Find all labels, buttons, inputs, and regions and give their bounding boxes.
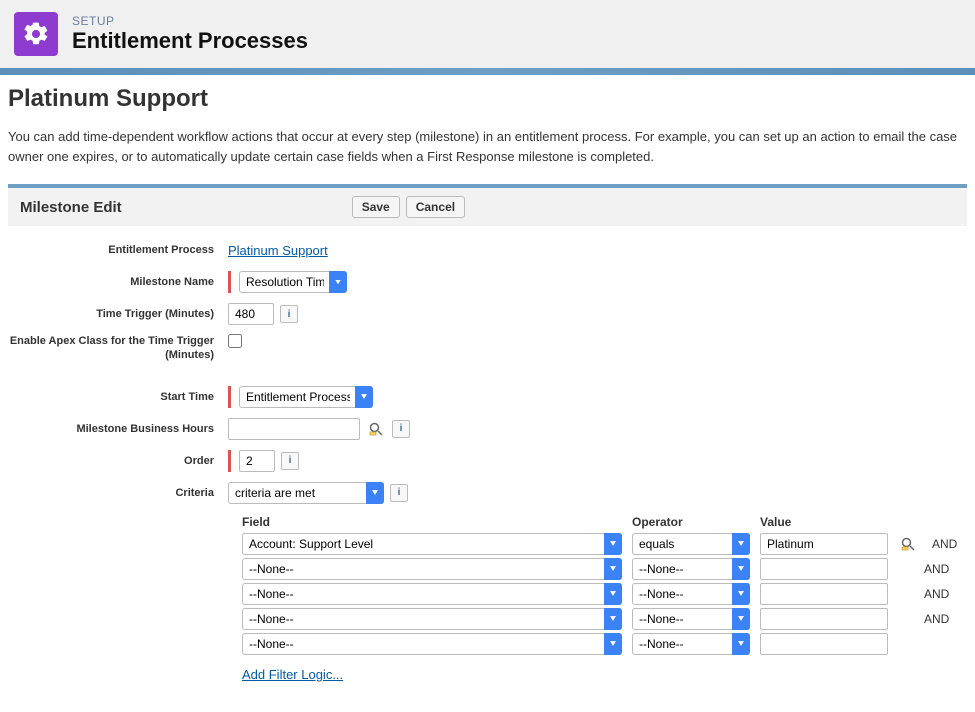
and-label: AND bbox=[924, 587, 949, 601]
and-label: AND bbox=[932, 537, 957, 551]
criteria-row: --None-- --None-- AND bbox=[242, 608, 967, 630]
criteria-field-select[interactable]: Account: Support Level bbox=[242, 533, 622, 555]
criteria-value-input[interactable] bbox=[760, 633, 888, 655]
time-trigger-input[interactable] bbox=[228, 303, 274, 325]
required-indicator bbox=[228, 271, 231, 293]
enable-apex-checkbox[interactable] bbox=[228, 334, 242, 348]
section-title: Milestone Edit bbox=[20, 199, 122, 216]
row-business-hours: Milestone Business Hours i bbox=[8, 417, 967, 441]
label-start-time: Start Time bbox=[8, 391, 228, 403]
criteria-field-select[interactable]: --None-- bbox=[242, 558, 622, 580]
info-icon[interactable]: i bbox=[390, 484, 408, 502]
info-icon[interactable]: i bbox=[281, 452, 299, 470]
criteria-table: Field Operator Value Account: Support Le… bbox=[242, 515, 967, 682]
criteria-value-input[interactable] bbox=[760, 558, 888, 580]
start-time-select[interactable]: Entitlement Process bbox=[239, 386, 373, 408]
label-enable-apex: Enable Apex Class for the Time Trigger (… bbox=[8, 334, 228, 363]
order-input[interactable] bbox=[239, 450, 275, 472]
record-title: Platinum Support bbox=[8, 85, 967, 113]
label-criteria: Criteria bbox=[8, 487, 228, 499]
criteria-header: Field Operator Value bbox=[242, 515, 967, 529]
section-buttons: Save Cancel bbox=[352, 196, 465, 218]
business-hours-input[interactable] bbox=[228, 418, 360, 440]
main-content: Platinum Support You can add time-depend… bbox=[0, 75, 975, 712]
save-button[interactable]: Save bbox=[352, 196, 400, 218]
criteria-operator-select[interactable]: --None-- bbox=[632, 558, 750, 580]
cancel-button[interactable]: Cancel bbox=[406, 196, 465, 218]
criteria-field-select[interactable]: --None-- bbox=[242, 583, 622, 605]
and-label: AND bbox=[924, 612, 949, 626]
page-title: Entitlement Processes bbox=[72, 28, 308, 54]
intro-text: You can add time-dependent workflow acti… bbox=[8, 127, 967, 166]
criteria-field-select[interactable]: --None-- bbox=[242, 608, 622, 630]
criteria-select[interactable]: criteria are met bbox=[228, 482, 384, 504]
criteria-field-select[interactable]: --None-- bbox=[242, 633, 622, 655]
col-header-operator: Operator bbox=[632, 515, 750, 529]
criteria-value-input[interactable] bbox=[760, 533, 888, 555]
add-filter-logic-link[interactable]: Add Filter Logic... bbox=[242, 667, 343, 682]
header-text: SETUP Entitlement Processes bbox=[72, 14, 308, 54]
criteria-row: Account: Support Level equals AND bbox=[242, 533, 967, 555]
lookup-icon[interactable] bbox=[366, 419, 386, 439]
lookup-icon[interactable] bbox=[898, 534, 918, 554]
required-indicator bbox=[228, 450, 231, 472]
row-start-time: Start Time Entitlement Process bbox=[8, 385, 967, 409]
criteria-row: --None-- --None-- AND bbox=[242, 558, 967, 580]
row-enable-apex: Enable Apex Class for the Time Trigger (… bbox=[8, 334, 967, 363]
row-entitlement-process: Entitlement Process Platinum Support bbox=[8, 238, 967, 262]
label-milestone-name: Milestone Name bbox=[8, 276, 228, 288]
label-time-trigger: Time Trigger (Minutes) bbox=[8, 308, 228, 320]
criteria-operator-select[interactable]: --None-- bbox=[632, 608, 750, 630]
header-bar: SETUP Entitlement Processes bbox=[0, 0, 975, 68]
setup-label: SETUP bbox=[72, 14, 308, 28]
label-order: Order bbox=[8, 455, 228, 467]
divider-strip bbox=[0, 68, 975, 75]
criteria-value-input[interactable] bbox=[760, 608, 888, 630]
col-header-field: Field bbox=[242, 515, 622, 529]
label-business-hours: Milestone Business Hours bbox=[8, 423, 228, 435]
form-area: Entitlement Process Platinum Support Mil… bbox=[8, 226, 967, 702]
criteria-operator-select[interactable]: --None-- bbox=[632, 583, 750, 605]
criteria-operator-select[interactable]: --None-- bbox=[632, 633, 750, 655]
info-icon[interactable]: i bbox=[280, 305, 298, 323]
required-indicator bbox=[228, 386, 231, 408]
criteria-row: --None-- --None-- AND bbox=[242, 583, 967, 605]
and-label: AND bbox=[924, 562, 949, 576]
row-milestone-name: Milestone Name Resolution Time bbox=[8, 270, 967, 294]
criteria-row: --None-- --None-- bbox=[242, 633, 967, 655]
criteria-operator-select[interactable]: equals bbox=[632, 533, 750, 555]
entitlement-process-link[interactable]: Platinum Support bbox=[228, 243, 328, 258]
col-header-value: Value bbox=[760, 515, 888, 529]
info-icon[interactable]: i bbox=[392, 420, 410, 438]
milestone-name-select[interactable]: Resolution Time bbox=[239, 271, 347, 293]
row-time-trigger: Time Trigger (Minutes) i bbox=[8, 302, 967, 326]
setup-gear-icon bbox=[14, 12, 58, 56]
label-entitlement-process: Entitlement Process bbox=[8, 244, 228, 256]
row-criteria: Criteria criteria are met i bbox=[8, 481, 967, 505]
criteria-value-input[interactable] bbox=[760, 583, 888, 605]
section-header: Milestone Edit Save Cancel bbox=[8, 188, 967, 226]
row-order: Order i bbox=[8, 449, 967, 473]
